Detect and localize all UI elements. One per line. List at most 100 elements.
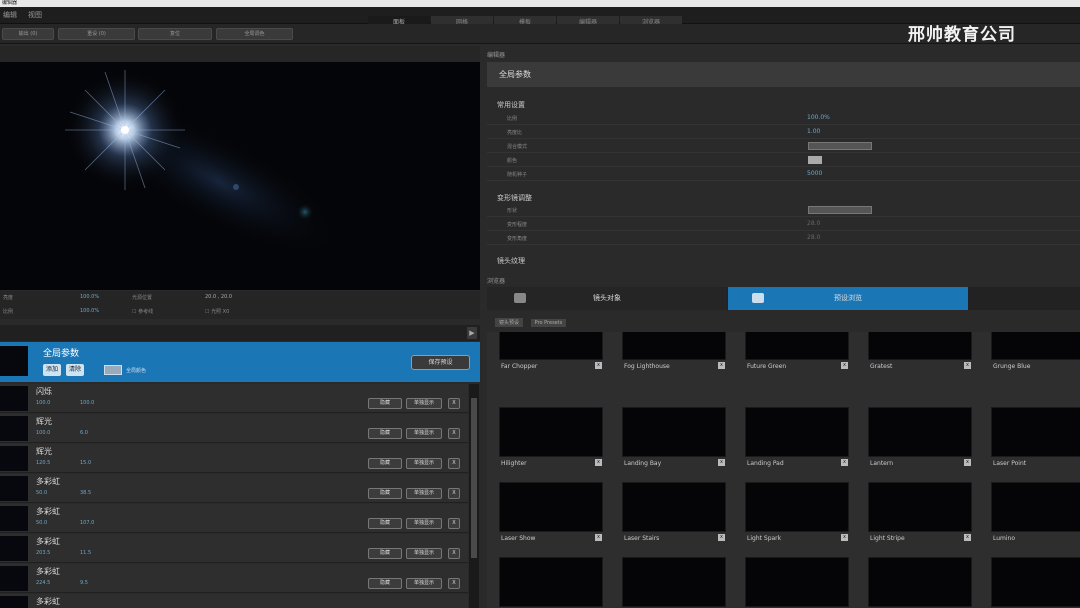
element-row[interactable]: 多彩虹 224.5 9.5 隐藏 单独显示 X: [0, 564, 468, 593]
reset-button[interactable]: 重设 (0): [58, 28, 135, 40]
preset-item[interactable]: x Fog Lighthouse: [622, 332, 726, 370]
brightness-value[interactable]: 100.0: [36, 400, 50, 406]
guide-checkbox[interactable]: ☐ 参考线: [132, 308, 153, 315]
hide-button[interactable]: 隐藏: [368, 398, 402, 409]
close-icon[interactable]: x: [964, 362, 971, 369]
solo-button[interactable]: 单独显示: [406, 578, 442, 589]
hide-button[interactable]: 隐藏: [368, 488, 402, 499]
element-row[interactable]: 闪烁 100.0 100.0 隐藏 单独显示 X: [0, 384, 468, 413]
brightness-value[interactable]: 100.0: [36, 430, 50, 436]
light-checkbox[interactable]: ☐ 光照 X0: [205, 308, 229, 315]
close-icon[interactable]: x: [718, 362, 725, 369]
global-params-row[interactable]: 全局参数 添加 清除 全局颜色 保存预设: [0, 342, 480, 382]
solo-button[interactable]: 单独显示: [406, 518, 442, 529]
close-icon[interactable]: x: [595, 534, 602, 541]
add-button[interactable]: 添加: [43, 364, 62, 376]
close-icon[interactable]: x: [841, 362, 848, 369]
close-icon[interactable]: x: [841, 534, 848, 541]
preset-item[interactable]: x Far Chopper: [499, 332, 603, 370]
preset-item[interactable]: xLaser Point: [991, 407, 1080, 467]
close-icon[interactable]: x: [964, 534, 971, 541]
expand-arrow-icon[interactable]: ▶: [467, 327, 477, 339]
save-preset-button[interactable]: 保存预设: [411, 355, 470, 370]
preset-item[interactable]: xNatural Light: [745, 557, 849, 608]
param-value[interactable]: 28.0: [807, 234, 820, 241]
preset-item[interactable]: x Light Stripe: [868, 482, 972, 542]
preset-item[interactable]: x Future Green: [745, 332, 849, 370]
solo-button[interactable]: 单独显示: [406, 458, 442, 469]
close-icon[interactable]: x: [718, 534, 725, 541]
close-icon[interactable]: X: [448, 488, 460, 499]
param-value[interactable]: 5000: [807, 170, 822, 177]
stack-scrollbar[interactable]: [469, 384, 479, 608]
scale-value[interactable]: 100.0: [80, 400, 94, 406]
solo-button[interactable]: 单独显示: [406, 398, 442, 409]
scale-value[interactable]: 6.0: [80, 430, 88, 436]
tab-preset-browser[interactable]: 预设浏览: [728, 287, 968, 310]
hide-button[interactable]: 隐藏: [368, 578, 402, 589]
param-dropdown[interactable]: [808, 142, 872, 150]
scroll-thumb[interactable]: [471, 398, 477, 558]
color-swatch[interactable]: [808, 156, 822, 164]
param-dropdown[interactable]: [808, 206, 872, 214]
brightness-value[interactable]: 50.0: [36, 520, 47, 526]
preset-item[interactable]: x Laser Show: [499, 482, 603, 542]
preset-item[interactable]: xGrunge Blue: [991, 332, 1080, 370]
hide-button[interactable]: 隐藏: [368, 458, 402, 469]
param-value[interactable]: 1.00: [807, 128, 820, 135]
hide-button[interactable]: 隐藏: [368, 518, 402, 529]
scale-value[interactable]: 38.5: [80, 490, 91, 496]
preset-item[interactable]: xMaster Prime: [622, 557, 726, 608]
element-row[interactable]: 辉光 120.5 15.0 隐藏 单独显示 X: [0, 444, 468, 473]
solo-button[interactable]: 单独显示: [406, 488, 442, 499]
close-icon[interactable]: X: [448, 578, 460, 589]
scale-value[interactable]: 9.5: [80, 580, 88, 586]
close-icon[interactable]: X: [448, 518, 460, 529]
preset-item[interactable]: x Gratest: [868, 332, 972, 370]
element-row[interactable]: 多彩虹 50.0 38.5 隐藏 单独显示 X: [0, 474, 468, 503]
clear-button[interactable]: 清除: [66, 364, 85, 376]
scale-value[interactable]: 107.0: [80, 520, 94, 526]
close-icon[interactable]: X: [448, 548, 460, 559]
close-icon[interactable]: x: [964, 459, 971, 466]
solo-button[interactable]: 单独显示: [406, 428, 442, 439]
restore-button[interactable]: 复位: [138, 28, 212, 40]
brightness-value[interactable]: 203.5: [36, 550, 50, 556]
brightness-value[interactable]: 50.0: [36, 490, 47, 496]
element-row[interactable]: 多彩虹 50.0 107.0 隐藏 单独显示 X: [0, 504, 468, 533]
element-row[interactable]: 多彩虹 203.5 11.5 隐藏 单独显示 X: [0, 534, 468, 563]
preset-item[interactable]: xNuke Bright: [991, 557, 1080, 608]
preset-item[interactable]: x Landing Pad: [745, 407, 849, 467]
tab-lens-objects[interactable]: 镜头对象: [487, 287, 727, 310]
menu-view[interactable]: 视图: [28, 10, 42, 20]
element-row[interactable]: 多彩虹隐藏单独显示X: [0, 594, 468, 608]
scale-value[interactable]: 11.5: [80, 550, 91, 556]
preset-item[interactable]: x Light Spark: [745, 482, 849, 542]
scale-value[interactable]: 15.0: [80, 460, 91, 466]
menu-edit[interactable]: 编辑: [3, 10, 17, 20]
close-icon[interactable]: X: [448, 428, 460, 439]
preset-item[interactable]: x Landing Bay: [622, 407, 726, 467]
close-icon[interactable]: x: [595, 362, 602, 369]
close-icon[interactable]: x: [718, 459, 725, 466]
output-button[interactable]: 输出 (0): [2, 28, 54, 40]
param-value[interactable]: 100.0%: [807, 114, 830, 121]
brightness-value[interactable]: 224.5: [36, 580, 50, 586]
close-icon[interactable]: x: [595, 459, 602, 466]
preset-item[interactable]: x Hilighter: [499, 407, 603, 467]
solo-button[interactable]: 单独显示: [406, 548, 442, 559]
hide-button[interactable]: 隐藏: [368, 548, 402, 559]
preset-item[interactable]: xMaster Prime 100mm: [499, 557, 603, 608]
preset-item[interactable]: xLumino: [991, 482, 1080, 542]
param-value[interactable]: 28.0: [807, 220, 820, 227]
preset-item[interactable]: x Lantern: [868, 407, 972, 467]
preset-item[interactable]: x Laser Stairs: [622, 482, 726, 542]
lens-flare-viewport[interactable]: [0, 62, 480, 290]
close-icon[interactable]: x: [841, 459, 848, 466]
crumb-pro-presets[interactable]: Pro Presets: [530, 319, 567, 327]
brightness-value[interactable]: 120.5: [36, 460, 50, 466]
close-icon[interactable]: X: [448, 398, 460, 409]
color-swatch[interactable]: [104, 365, 122, 375]
element-row[interactable]: 辉光 100.0 6.0 隐藏 单独显示 X: [0, 414, 468, 443]
preset-item[interactable]: xNorth Star: [868, 557, 972, 608]
